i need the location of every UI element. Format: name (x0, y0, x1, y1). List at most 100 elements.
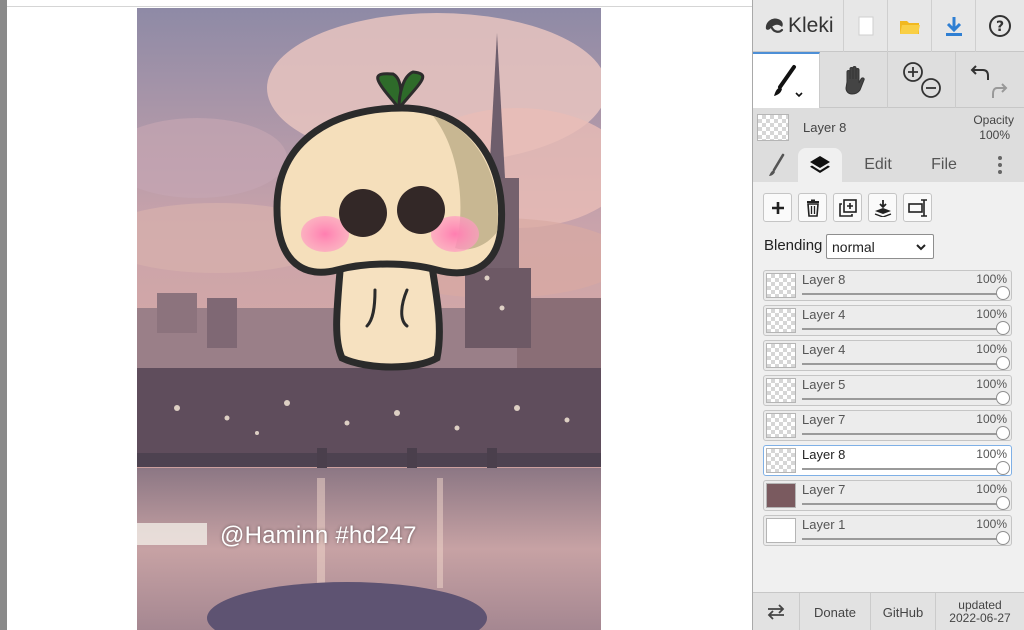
rename-layer-button[interactable] (903, 193, 932, 222)
undo-redo-buttons (956, 52, 1024, 108)
layer-opacity-slider[interactable] (802, 398, 1003, 400)
download-icon (945, 17, 962, 36)
layer-thumbnail (766, 413, 796, 438)
help-icon: ? (989, 15, 1011, 37)
swap-panel-side-button[interactable] (753, 593, 800, 630)
layer-name: Layer 4 (802, 307, 846, 322)
zoom-in-icon[interactable] (902, 62, 923, 82)
layer-name: Layer 5 (802, 377, 846, 392)
slider-knob[interactable] (996, 496, 1010, 510)
side-panel: Kleki ? Layer 8 Opacity 100% Edit File B… (752, 0, 1024, 630)
layer-name: Layer 8 (802, 272, 846, 287)
donate-link[interactable]: Donate (800, 593, 871, 630)
layer-thumbnail (766, 448, 796, 473)
layer-thumbnail (766, 273, 796, 298)
open-file-button[interactable] (887, 0, 931, 52)
layers-icon (810, 156, 830, 173)
more-menu-button[interactable] (985, 148, 1015, 182)
brush-tool-button[interactable] (753, 52, 820, 108)
brush-icon (774, 65, 803, 98)
opacity-value[interactable]: 100% (979, 128, 1010, 142)
layer-thumbnail (766, 518, 796, 543)
slider-knob[interactable] (996, 321, 1010, 335)
blending-mode-select[interactable]: normal (826, 234, 934, 259)
layer-row[interactable]: Layer 1 100% (763, 515, 1012, 546)
layer-opacity: 100% (976, 482, 1007, 496)
layer-thumbnail (766, 483, 796, 508)
watermark-text: @Haminn #hd247 (220, 522, 417, 549)
zoom-buttons (888, 52, 956, 108)
brush-tab-icon (769, 153, 785, 176)
changelog-link[interactable]: updated 2022-06-27 (936, 593, 1024, 630)
tab-brush[interactable] (757, 148, 797, 182)
blending-label: Blending (764, 237, 823, 254)
duplicate-icon (838, 198, 857, 217)
layer-row-selected[interactable]: Layer 8 100% (763, 445, 1012, 476)
layer-name: Layer 1 (802, 517, 846, 532)
layer-opacity: 100% (976, 342, 1007, 356)
plus-icon (771, 201, 784, 214)
slider-knob[interactable] (996, 356, 1010, 370)
canvas-workspace[interactable]: @Haminn #hd247 (0, 0, 752, 630)
layer-row[interactable]: Layer 5 100% (763, 375, 1012, 406)
slider-knob[interactable] (996, 531, 1010, 545)
tab-layers[interactable] (798, 148, 842, 182)
merge-down-icon (874, 199, 891, 217)
redo-icon[interactable] (992, 83, 1008, 98)
layer-opacity-slider[interactable] (802, 538, 1003, 540)
layer-name: Layer 4 (802, 342, 846, 357)
tab-edit[interactable]: Edit (853, 148, 903, 182)
layer-thumbnail (766, 343, 796, 368)
tab-file[interactable]: File (919, 148, 969, 182)
slider-knob[interactable] (996, 461, 1010, 475)
chevron-down-icon (916, 244, 926, 251)
layer-opacity-slider[interactable] (802, 433, 1003, 435)
layer-opacity-slider[interactable] (802, 363, 1003, 365)
layer-opacity: 100% (976, 307, 1007, 321)
layer-opacity: 100% (976, 517, 1007, 531)
layer-opacity-slider[interactable] (802, 468, 1003, 470)
save-download-button[interactable] (931, 0, 975, 52)
github-link[interactable]: GitHub (871, 593, 936, 630)
help-button[interactable]: ? (975, 0, 1024, 52)
layer-opacity-slider[interactable] (802, 328, 1003, 330)
layer-opacity: 100% (976, 377, 1007, 391)
layer-opacity-slider[interactable] (802, 293, 1003, 295)
current-layer-thumbnail (757, 114, 789, 141)
layer-thumbnail (766, 308, 796, 333)
trash-icon (806, 199, 819, 217)
kleki-logo-icon (765, 18, 784, 33)
new-image-icon (858, 16, 873, 36)
top-bar: Kleki ? (753, 0, 1024, 52)
layer-row[interactable]: Layer 4 100% (763, 340, 1012, 371)
slider-knob[interactable] (996, 286, 1010, 300)
more-vertical-icon (998, 156, 1002, 174)
layer-opacity-slider[interactable] (802, 503, 1003, 505)
slider-knob[interactable] (996, 426, 1010, 440)
svg-text:?: ? (996, 19, 1004, 35)
blending-mode-value: normal (832, 238, 875, 255)
layer-thumbnail (766, 378, 796, 403)
panel-tabs: Edit File (753, 148, 1024, 182)
layer-row[interactable]: Layer 7 100% (763, 410, 1012, 441)
hand-tool-button[interactable] (820, 52, 888, 108)
rename-icon (907, 198, 927, 217)
delete-layer-button[interactable] (798, 193, 827, 222)
undo-icon[interactable] (970, 65, 989, 80)
layers-panel: Blending normal Layer 8 100% Layer 4 100… (753, 182, 1024, 592)
add-layer-button[interactable] (763, 193, 792, 222)
swap-arrows-icon (767, 604, 785, 620)
merge-down-button[interactable] (868, 193, 897, 222)
layer-row[interactable]: Layer 8 100% (763, 270, 1012, 301)
layer-opacity: 100% (976, 272, 1007, 286)
layer-row[interactable]: Layer 4 100% (763, 305, 1012, 336)
duplicate-layer-button[interactable] (833, 193, 862, 222)
zoom-in-out-icons (902, 62, 941, 98)
app-name: Kleki (788, 14, 834, 37)
layer-row[interactable]: Layer 7 100% (763, 480, 1012, 511)
zoom-out-icon[interactable] (920, 78, 941, 98)
new-image-button[interactable] (843, 0, 887, 52)
kleki-logo[interactable]: Kleki (763, 12, 834, 40)
window-edge (0, 0, 7, 630)
slider-knob[interactable] (996, 391, 1010, 405)
